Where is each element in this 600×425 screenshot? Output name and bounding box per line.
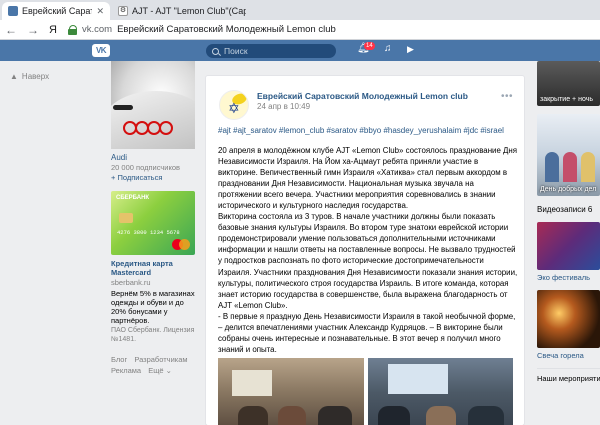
search-box[interactable] bbox=[206, 44, 336, 58]
vk-favicon-icon bbox=[8, 6, 18, 16]
card-ad-text: Вернём 5% в магазинах одежды и обуви и д… bbox=[111, 289, 195, 325]
more-options-icon[interactable]: ••• bbox=[501, 91, 513, 102]
browser-tab-bar: Еврейский Саратовски ✕ ⚙ AJT - AJT "Lemo… bbox=[0, 0, 600, 20]
album-caption: День добрых дел bbox=[540, 186, 597, 193]
feed-gutter bbox=[527, 61, 533, 425]
card-number: 4276 3800 1234 5678 bbox=[117, 229, 180, 236]
search-input[interactable] bbox=[224, 46, 324, 56]
mastercard-logo-icon bbox=[172, 239, 190, 250]
ajt-favicon-icon: ⚙ bbox=[118, 6, 128, 16]
video-thumbnail[interactable] bbox=[537, 290, 600, 348]
video-thumbnail[interactable] bbox=[537, 222, 600, 270]
footer-link-more[interactable]: Ещё ⌄ bbox=[148, 366, 172, 375]
post-paragraph: 20 апреля в молодёжном клубе AJT «Lemon … bbox=[218, 146, 518, 211]
video-caption[interactable]: Свеча горела bbox=[537, 351, 600, 360]
club-avatar[interactable]: ✡ bbox=[219, 90, 249, 120]
tab-title: Еврейский Саратовски bbox=[22, 6, 93, 16]
post-photo[interactable] bbox=[218, 358, 364, 425]
lock-icon bbox=[68, 25, 78, 35]
events-heading[interactable]: Наши мероприятия bbox=[537, 368, 600, 383]
vk-logo-icon[interactable]: VK bbox=[92, 44, 110, 57]
footer-link-blog[interactable]: Блог bbox=[111, 355, 127, 364]
notification-badge: 14 bbox=[364, 42, 375, 50]
footer-link-ads[interactable]: Реклама bbox=[111, 366, 141, 375]
sberbank-card-image[interactable]: СБЕРБАНК 4276 3800 1234 5678 bbox=[111, 191, 195, 255]
subscribe-link[interactable]: + Подписаться bbox=[111, 173, 195, 182]
card-ad-legal: ПАО Сбербанк. Лицензия №1481. bbox=[111, 327, 195, 343]
close-icon[interactable]: ✕ bbox=[96, 6, 104, 17]
right-column: закрытие + ночь День добрых дел Видеозап… bbox=[537, 61, 600, 383]
audi-ad-subscribers: 20 000 подписчиков bbox=[111, 163, 181, 172]
album-caption: закрытие + ночь bbox=[540, 96, 593, 103]
post-paragraph: - В первые я праздную День Независимости… bbox=[218, 311, 516, 354]
back-arrow-icon[interactable]: ← bbox=[0, 23, 22, 37]
forward-arrow-icon[interactable]: → bbox=[22, 23, 44, 37]
scroll-to-top-link[interactable]: ▲ Наверх bbox=[10, 72, 49, 81]
chevron-up-icon: ▲ bbox=[10, 72, 18, 81]
card-ad-domain: sberbank.ru bbox=[111, 278, 151, 287]
footer-link-developers[interactable]: Разработчикам bbox=[134, 355, 187, 364]
search-icon bbox=[212, 47, 219, 55]
audi-ad-image[interactable] bbox=[111, 61, 195, 149]
yandex-icon[interactable]: Я bbox=[44, 24, 62, 36]
post-author[interactable]: Еврейский Саратовский Молодежный Lemon c… bbox=[257, 91, 468, 101]
scroll-to-top-label: Наверх bbox=[21, 72, 50, 81]
post-text: 20 апреля в молодёжном клубе AJT «Lemon … bbox=[218, 145, 518, 355]
browser-tab-vk[interactable]: Еврейский Саратовски ✕ bbox=[2, 2, 110, 20]
card-chip-icon bbox=[119, 213, 133, 223]
star-of-david-icon: ✡ bbox=[228, 100, 240, 116]
footer-links: Блог Разработчикам Реклама Ещё ⌄ bbox=[111, 354, 195, 376]
address-bar: ← → Я vk.com Еврейский Саратовский Молод… bbox=[0, 20, 600, 40]
album-thumbnail[interactable]: закрытие + ночь bbox=[537, 61, 600, 106]
post-date[interactable]: 24 апр в 10:49 bbox=[257, 102, 310, 111]
card-brand-label: СБЕРБАНК bbox=[116, 195, 150, 201]
left-ads-column: Audi 20 000 подписчиков + Подписаться СБ… bbox=[111, 61, 195, 376]
video-caption[interactable]: Эко фестиваль bbox=[537, 273, 600, 282]
music-icon[interactable]: ♫ bbox=[384, 43, 392, 54]
url-host[interactable]: vk.com bbox=[82, 24, 112, 35]
videos-heading[interactable]: Видеозаписи 6 bbox=[537, 205, 600, 214]
audi-ad-name[interactable]: Audi bbox=[111, 153, 195, 162]
vk-header: VK 🔔︎ 14 ♫ ▶ bbox=[0, 40, 600, 61]
url-page-title[interactable]: Еврейский Саратовский Молодежный Lemon c… bbox=[117, 24, 336, 35]
tab-title: AJT - AJT "Lemon Club"(Сар bbox=[132, 6, 246, 16]
post-photo[interactable] bbox=[368, 358, 513, 425]
play-icon[interactable]: ▶ bbox=[407, 44, 414, 55]
album-thumbnail[interactable]: День добрых дел bbox=[537, 114, 600, 196]
browser-tab-ajt[interactable]: ⚙ AJT - AJT "Lemon Club"(Сар bbox=[112, 2, 252, 20]
post-paragraph: Викторина состояла из 3 туров. В начале … bbox=[218, 212, 518, 310]
post-photos bbox=[218, 358, 513, 425]
post-hashtags[interactable]: #ajt #ajt_saratov #lemon_club #saratov #… bbox=[218, 126, 518, 135]
wall-post: ✡ Еврейский Саратовский Молодежный Lemon… bbox=[206, 76, 524, 425]
card-ad-title[interactable]: Кредитная карта Mastercard bbox=[111, 259, 195, 277]
